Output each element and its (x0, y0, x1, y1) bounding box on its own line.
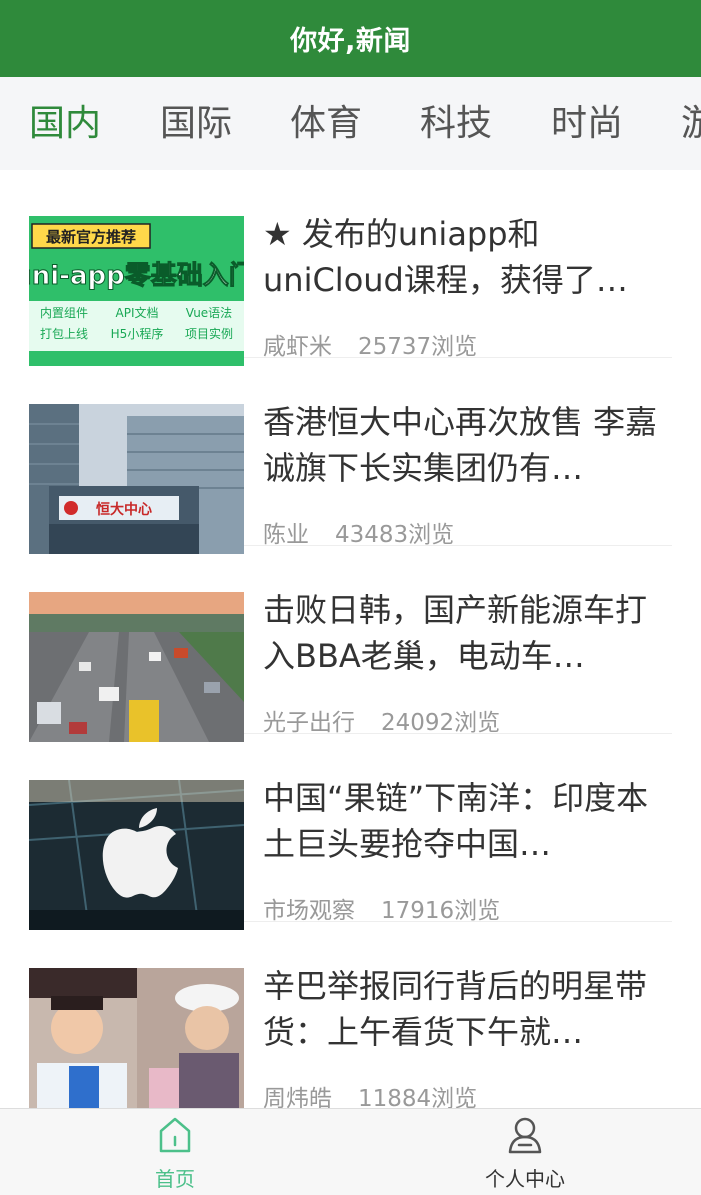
news-item[interactable]: 最新官方推荐 uni-app零基础入门 内置组件 API文档 Vue语法 打包上… (29, 170, 672, 366)
tabbar-home-label: 首页 (155, 1167, 195, 1191)
news-item[interactable]: 辛巴举报同行背后的明星带货：上午看货下午就… 周炜皓 11884浏览 (29, 922, 672, 1108)
tab-international[interactable]: 国际 (160, 77, 232, 170)
thumb-tag: 项目实例 (185, 326, 233, 341)
news-views: 11884浏览 (358, 1086, 478, 1108)
news-views: 24092浏览 (381, 710, 501, 736)
tab-fashion[interactable]: 时尚 (551, 77, 623, 170)
news-thumbnail (29, 592, 244, 742)
tab-travel[interactable]: 游 (681, 77, 701, 170)
news-author: 陈业 (263, 522, 309, 548)
thumb-badge-text: 最新官方推荐 (46, 228, 136, 246)
news-thumbnail (29, 780, 244, 930)
home-icon (159, 1117, 191, 1153)
news-meta: 咸虾米 25737浏览 (263, 327, 477, 361)
page-title: 你好,新闻 (290, 26, 411, 57)
news-thumbnail (29, 968, 244, 1108)
app-header: 你好,新闻 (0, 0, 701, 77)
news-views: 17916浏览 (381, 898, 501, 924)
thumb-tag: Vue语法 (186, 306, 232, 320)
news-item[interactable]: 击败日韩，国产新能源车打入BBA老巢，电动车… 光子出行 24092浏览 (29, 546, 672, 742)
news-author: 市场观察 (263, 898, 355, 924)
news-views: 25737浏览 (358, 334, 478, 360)
tab-tech[interactable]: 科技 (420, 77, 492, 170)
tab-sports[interactable]: 体育 (290, 77, 362, 170)
news-meta: 陈业 43483浏览 (263, 515, 454, 549)
user-icon (508, 1117, 542, 1154)
news-list[interactable]: 最新官方推荐 uni-app零基础入门 内置组件 API文档 Vue语法 打包上… (0, 170, 701, 1108)
tabbar-profile[interactable]: 个人中心 (350, 1109, 700, 1195)
bottom-tabbar: 首页 个人中心 (0, 1108, 701, 1195)
thumb-tag: 打包上线 (40, 327, 88, 341)
thumb-banner-text: uni-app零基础入门 (29, 261, 244, 291)
news-meta: 周炜皓 11884浏览 (263, 1079, 477, 1108)
news-title[interactable]: 辛巴举报同行背后的明星带货：上午看货下午就… (263, 963, 672, 1055)
tabbar-home[interactable]: 首页 (0, 1109, 350, 1195)
news-title[interactable]: ★ 发布的uniapp和uniCloud课程，获得了… (263, 211, 672, 303)
thumb-tag: H5小程序 (111, 326, 164, 341)
news-item[interactable]: 恒大中心 香港恒大中心再次放售 李嘉诚旗下长实集团仍有… 陈业 43483浏览 (29, 358, 672, 554)
news-author: 光子出行 (263, 710, 355, 736)
news-thumbnail: 最新官方推荐 uni-app零基础入门 内置组件 API文档 Vue语法 打包上… (29, 216, 244, 366)
news-author: 周炜皓 (263, 1086, 332, 1108)
news-thumbnail: 恒大中心 (29, 404, 244, 554)
category-tabs[interactable]: 国内 国际 体育 科技 时尚 游 (0, 77, 701, 170)
news-views: 43483浏览 (335, 522, 455, 548)
tabbar-profile-label: 个人中心 (485, 1167, 565, 1191)
thumb-sign-text: 恒大中心 (96, 501, 152, 518)
news-meta: 市场观察 17916浏览 (263, 891, 500, 925)
news-title[interactable]: 击败日韩，国产新能源车打入BBA老巢，电动车… (263, 587, 672, 679)
news-title[interactable]: 中国“果链”下南洋：印度本土巨头要抢夺中国… (263, 775, 672, 867)
thumb-tag: API文档 (116, 305, 159, 320)
news-meta: 光子出行 24092浏览 (263, 703, 500, 737)
news-author: 咸虾米 (263, 334, 332, 360)
tab-domestic[interactable]: 国内 (29, 77, 101, 170)
news-item[interactable]: 中国“果链”下南洋：印度本土巨头要抢夺中国… 市场观察 17916浏览 (29, 734, 672, 930)
thumb-tag: 内置组件 (40, 306, 88, 320)
news-title[interactable]: 香港恒大中心再次放售 李嘉诚旗下长实集团仍有… (263, 399, 672, 491)
